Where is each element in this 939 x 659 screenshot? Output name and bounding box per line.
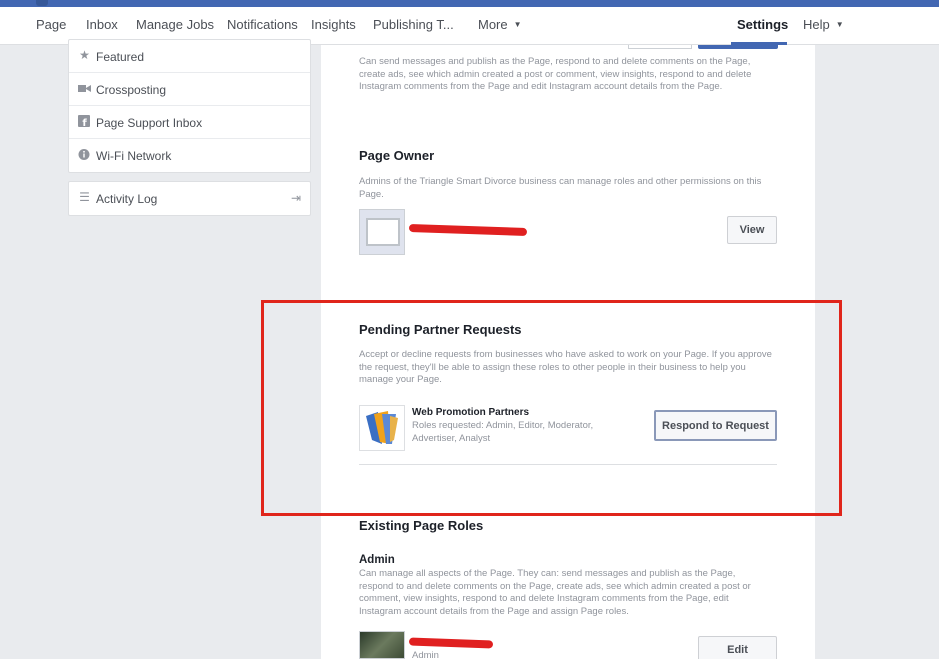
top-bar-icon[interactable] — [36, 0, 48, 6]
view-button[interactable]: View — [727, 216, 777, 244]
sidebar-item-crossposting[interactable]: Crossposting — [69, 73, 310, 106]
video-camera-icon — [78, 82, 91, 95]
sidebar-item-label: Crossposting — [96, 83, 167, 97]
existing-roles-title: Existing Page Roles — [359, 518, 484, 533]
admin-avatar — [359, 631, 405, 659]
sidebar-item-activity-log[interactable]: ☰ Activity Log ⇥ — [69, 182, 310, 215]
activity-log-box: ☰ Activity Log ⇥ — [68, 181, 311, 216]
page-owner-title: Page Owner — [359, 148, 435, 163]
top-blue-bar — [0, 0, 939, 7]
caret-down-icon: ▼ — [513, 20, 522, 29]
nav-more-label: More — [478, 17, 508, 32]
sidebar-item-label: Featured — [96, 50, 145, 64]
sidebar-item-wifi-network[interactable]: Wi-Fi Network — [69, 139, 310, 172]
business-avatar — [359, 209, 405, 255]
info-icon — [78, 148, 91, 161]
nav-insights[interactable]: Insights — [311, 17, 356, 32]
nav-help-label: Help — [803, 17, 830, 32]
redaction-mark — [408, 223, 528, 237]
caret-down-icon: ▼ — [835, 20, 844, 29]
sidebar-item-label: Activity Log — [96, 192, 158, 206]
nav-page[interactable]: Page — [36, 17, 66, 32]
edit-button[interactable]: Edit — [698, 636, 777, 659]
nav-settings[interactable]: Settings — [737, 17, 788, 32]
nav-inbox[interactable]: Inbox — [86, 17, 118, 32]
sidebar-item-label: Page Support Inbox — [96, 116, 203, 130]
facebook-icon: f — [78, 115, 91, 129]
redaction-mark — [408, 637, 494, 649]
briefcase-icon — [366, 218, 400, 246]
sidebar-item-featured[interactable]: ★ Featured — [69, 40, 310, 73]
page-owner-description: Admins of the Triangle Smart Divorce bus… — [359, 176, 762, 200]
settings-sidebar: ★ Featured Crossposting f Page Support I… — [68, 39, 311, 173]
svg-text:f: f — [82, 118, 87, 128]
nav-notifications[interactable]: Notifications — [227, 17, 298, 32]
sidebar-item-label: Wi-Fi Network — [96, 149, 172, 163]
admin-role-description: Can manage all aspects of the Page. They… — [359, 568, 751, 617]
admin-role-title: Admin — [359, 554, 395, 566]
nav-manage-jobs[interactable]: Manage Jobs — [136, 17, 214, 32]
admin-person-role: Admin — [412, 650, 439, 659]
nav-help[interactable]: Help ▼ — [803, 17, 844, 32]
list-icon: ☰ — [79, 190, 90, 204]
add-button-fragment[interactable] — [698, 45, 778, 49]
exit-arrow-icon[interactable]: ⇥ — [291, 191, 301, 205]
editor-role-description: Can send messages and publish as the Pag… — [359, 56, 752, 92]
nav-publishing-tools[interactable]: Publishing T... — [373, 17, 454, 32]
sidebar-item-page-support-inbox[interactable]: f Page Support Inbox — [69, 106, 310, 139]
assign-role-input-fragment[interactable] — [628, 45, 692, 49]
star-icon: ★ — [79, 48, 90, 62]
highlight-box — [261, 300, 842, 516]
nav-more[interactable]: More ▼ — [478, 17, 522, 32]
